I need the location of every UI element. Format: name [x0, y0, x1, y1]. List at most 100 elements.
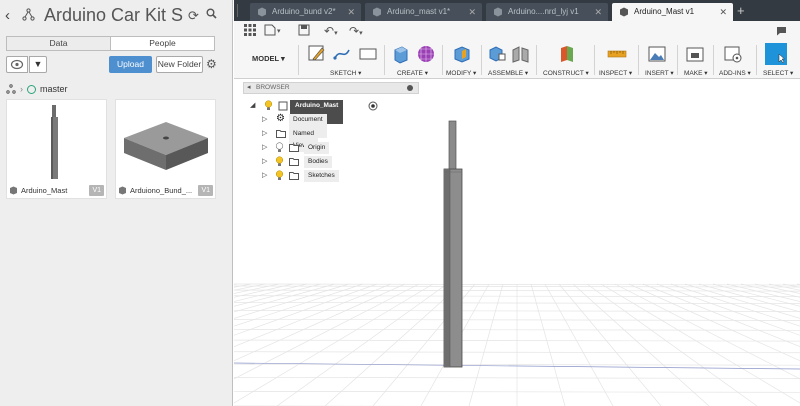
workspace-switcher[interactable]: MODEL ▾ [252, 54, 285, 63]
undo-icon[interactable]: ↶▾ [324, 24, 338, 38]
back-arrow-icon[interactable]: ‹ [5, 7, 10, 24]
grid-menu-icon[interactable] [244, 24, 256, 38]
document-tab[interactable]: Arduino_mast v1* ✕ [365, 3, 482, 21]
close-icon[interactable]: ✕ [468, 3, 476, 21]
grid-line [530, 283, 566, 406]
project-title: Arduino Car Kit S... [44, 5, 184, 25]
svg-text:▾: ▾ [277, 28, 281, 35]
chevron-down-icon: ▼ [33, 59, 43, 69]
file-thumbnail [116, 100, 215, 183]
folder-icon [289, 157, 299, 171]
expand-triangle-icon[interactable]: ▷ [262, 156, 267, 168]
search-icon[interactable] [206, 8, 217, 22]
inspect-menu[interactable]: INSPECT ▾ [599, 69, 632, 77]
grid-line [684, 283, 800, 319]
ribbon-group-label: ASSEMBLE [488, 70, 524, 77]
ribbon-divider [298, 45, 299, 75]
construct-menu[interactable]: CONSTRUCT ▾ [543, 69, 589, 77]
workspace-label: MODEL [252, 54, 279, 63]
tab-people[interactable]: People [111, 37, 214, 50]
ribbon-divider [481, 45, 482, 75]
close-icon[interactable]: ✕ [347, 3, 355, 21]
extrude-icon[interactable] [391, 44, 411, 64]
ribbon-group-label: SELECT [763, 70, 789, 77]
document-tab-bar: Arduino_bund v2* ✕ Arduino_mast v1* ✕ Ar… [234, 0, 800, 21]
branch-name[interactable]: master [40, 84, 68, 94]
tab-data[interactable]: Data [7, 37, 111, 50]
select-menu[interactable]: SELECT ▾ [763, 69, 793, 77]
gear-icon[interactable]: ⚙ [206, 57, 217, 71]
file-thumbnail [7, 100, 106, 183]
measure-icon[interactable] [607, 44, 627, 64]
file-menu-icon[interactable]: ▾ [264, 24, 282, 38]
form-sphere-icon[interactable] [416, 44, 436, 64]
expand-triangle-icon[interactable]: ▷ [262, 142, 267, 154]
view-mode-dropdown[interactable]: ▼ [29, 56, 47, 73]
expand-triangle-icon[interactable]: ▷ [262, 170, 267, 182]
close-icon[interactable]: ✕ [594, 3, 602, 21]
node-label: Bodies [304, 156, 332, 168]
insert-menu[interactable]: INSERT ▾ [645, 69, 674, 77]
grid-line [754, 283, 800, 294]
upload-button[interactable]: Upload [109, 56, 152, 73]
folder-icon [276, 129, 286, 143]
hub-small-icon[interactable] [6, 84, 16, 94]
lightbulb-icon[interactable] [275, 170, 284, 186]
grid-line [726, 283, 800, 302]
ribbon-divider [638, 45, 639, 75]
3d-print-icon[interactable] [685, 44, 705, 64]
grid-line [468, 283, 504, 406]
close-icon[interactable]: ✕ [719, 3, 727, 21]
file-name: Arduiono_Bund_... [130, 186, 193, 195]
expand-triangle-icon[interactable]: ▷ [262, 128, 267, 140]
select-tool-button[interactable] [765, 43, 787, 65]
minimize-icon[interactable] [407, 85, 413, 91]
new-component-icon[interactable] [487, 44, 507, 64]
document-tab[interactable]: Arduino_bund v2* ✕ [250, 3, 361, 21]
file-card-arduiono-bund[interactable]: Arduiono_Bund_... V1 [115, 99, 216, 199]
modify-menu[interactable]: MODIFY ▾ [446, 69, 476, 77]
create-sketch-icon[interactable] [307, 44, 327, 64]
redo-icon[interactable]: ↷▾ [349, 24, 363, 38]
expand-triangle-icon[interactable]: ▷ [262, 114, 267, 126]
grid-line [586, 283, 758, 406]
chat-icon[interactable] [776, 25, 787, 39]
browser-title: BROWSER [256, 84, 290, 91]
save-icon[interactable] [298, 24, 310, 38]
press-pull-icon[interactable] [452, 44, 472, 64]
sketch-menu[interactable]: SKETCH ▾ [330, 69, 361, 77]
assemble-menu[interactable]: ASSEMBLE ▾ [488, 69, 528, 77]
version-badge: V1 [89, 185, 104, 196]
data-people-tabs: Data People [6, 36, 215, 51]
design-tab-icon [494, 7, 502, 17]
insert-image-icon[interactable] [647, 44, 667, 64]
document-tab-active[interactable]: Arduino_Mast v1 ✕ [612, 3, 733, 21]
version-badge: V1 [198, 185, 213, 196]
addins-menu[interactable]: ADD-INS ▾ [719, 69, 751, 77]
document-tab[interactable]: Arduino....nrd_lyj v1 ✕ [486, 3, 608, 21]
grid-line [642, 283, 800, 347]
data-panel-toolbar: ▼ Upload New Folder ⚙ [6, 56, 227, 74]
new-tab-icon[interactable]: + [737, 3, 745, 18]
mast-body[interactable] [439, 119, 469, 369]
line-icon[interactable] [332, 44, 352, 64]
new-folder-button[interactable]: New Folder [156, 56, 203, 73]
grid-line [740, 283, 800, 298]
create-menu[interactable]: CREATE ▾ [397, 69, 428, 77]
cursor-icon [778, 53, 786, 64]
refresh-icon[interactable]: ⟳ [188, 8, 199, 24]
joint-icon[interactable] [511, 44, 531, 64]
make-menu[interactable]: MAKE ▾ [684, 69, 708, 77]
rectangle-icon[interactable] [358, 44, 378, 64]
file-card-arduino-mast[interactable]: Arduino_Mast V1 [6, 99, 107, 199]
collapse-arrow-icon[interactable]: ◂ [247, 83, 251, 93]
ribbon-group-label: MAKE [684, 70, 703, 77]
activate-radio-icon[interactable] [368, 101, 378, 116]
expand-triangle-icon[interactable]: ◢ [250, 100, 255, 112]
browser-header[interactable]: ◂ BROWSER [243, 82, 419, 94]
scripts-addins-icon[interactable] [723, 44, 743, 64]
ribbon-divider [384, 45, 385, 75]
ribbon-divider [594, 45, 595, 75]
view-mode-button[interactable] [6, 56, 28, 73]
offset-plane-icon[interactable] [557, 44, 577, 64]
